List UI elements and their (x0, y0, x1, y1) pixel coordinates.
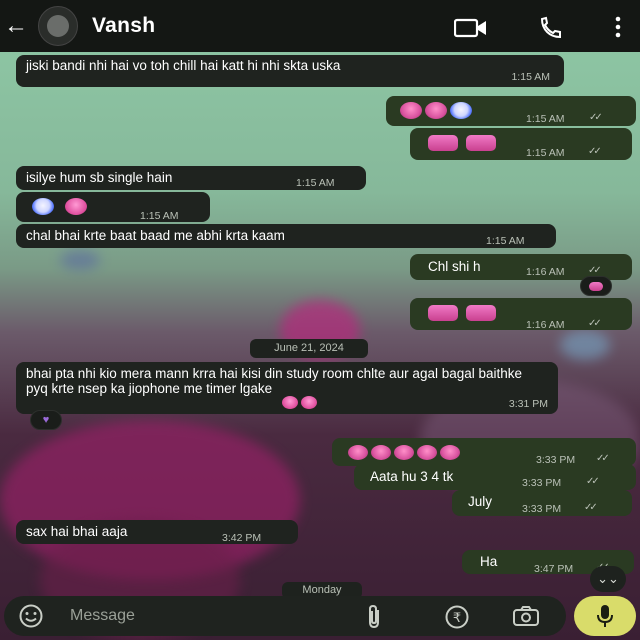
message-time: 1:15 AM (296, 177, 335, 189)
double-check-icon: ✓✓ (584, 502, 598, 513)
message-time: 3:33 PM (522, 503, 562, 515)
chat-header: ← Vansh (0, 0, 640, 52)
laughing-emoji-icon (400, 102, 422, 119)
incoming-message[interactable]: jiski bandi nhi hai vo toh chill hai kat… (16, 55, 564, 87)
phone-icon[interactable] (538, 16, 564, 40)
message-time: 1:15 AM (526, 113, 565, 125)
incoming-message[interactable]: bhai pta nhi kio mera mann krra hai kisi… (16, 362, 558, 414)
arrow-left-icon[interactable]: ← (4, 12, 34, 40)
thumbs-up-emoji-icon (466, 305, 496, 322)
outgoing-message[interactable]: Aata hu 3 4 tk 3:33 PM ✓✓ (354, 464, 636, 490)
rupee-icon[interactable]: ₹ (444, 604, 470, 630)
message-time: 1:15 AM (526, 147, 565, 159)
message-time: 1:16 AM (526, 319, 565, 331)
incoming-message[interactable]: isilye hum sb single hain 1:15 AM (16, 166, 366, 190)
thumbs-up-emoji-icon (466, 135, 496, 152)
reaction-badge[interactable]: ♥ (30, 410, 62, 430)
message-time: 3:42 PM (222, 532, 262, 544)
clown-emoji-icon (450, 102, 472, 119)
message-text: isilye hum sb single hain (26, 170, 173, 185)
double-check-icon: ✓✓ (589, 112, 603, 123)
clown-emoji-icon (32, 198, 54, 215)
laughing-emoji-icon (440, 444, 460, 460)
paperclip-icon[interactable] (366, 604, 384, 630)
outgoing-message[interactable]: July 3:33 PM ✓✓ (452, 490, 632, 516)
message-time: 1:15 AM (140, 210, 179, 222)
incoming-message[interactable]: chal bhai krte baat baad me abhi krta ka… (16, 224, 556, 248)
message-text: chal bhai krte baat baad me abhi krta ka… (26, 228, 285, 243)
double-chevron-down-icon[interactable]: ⌄⌄ (590, 566, 626, 592)
contact-name[interactable]: Vansh (92, 14, 155, 38)
message-time: 3:31 PM (508, 398, 548, 410)
message-text: jiski bandi nhi hai vo toh chill hai kat… (26, 58, 341, 73)
message-text: Ha (480, 554, 498, 569)
laughing-emoji-icon (394, 444, 414, 460)
laughing-emoji-icon (417, 444, 437, 460)
reaction-badge[interactable] (580, 276, 612, 296)
outgoing-message[interactable]: 3:33 PM ✓✓ (332, 438, 636, 466)
incoming-message[interactable]: sax hai bhai aaja 3:42 PM (16, 520, 298, 544)
message-time: 1:15 AM (511, 71, 550, 83)
microphone-icon[interactable] (574, 596, 636, 636)
outgoing-message[interactable]: 1:15 AM ✓✓ (386, 96, 636, 126)
laughing-emoji-icon (371, 444, 391, 460)
message-text: July (468, 494, 493, 509)
date-separator: June 21, 2024 (250, 339, 368, 358)
thumbs-up-emoji-icon (428, 305, 458, 322)
video-camera-icon[interactable] (454, 18, 488, 38)
laughing-emoji-icon (425, 102, 447, 119)
smiling-emoji-icon (301, 395, 317, 409)
message-text: sax hai bhai aaja (26, 524, 128, 539)
thumbs-up-emoji-icon (428, 135, 458, 152)
message-time: 3:33 PM (522, 477, 562, 489)
laughing-emoji-icon (348, 444, 368, 460)
outgoing-message[interactable]: 1:15 AM ✓✓ (410, 128, 632, 160)
message-time: 1:15 AM (486, 235, 525, 247)
message-time: 3:47 PM (534, 563, 574, 575)
smiling-emoji-icon (282, 395, 298, 409)
double-check-icon: ✓✓ (588, 146, 602, 157)
incoming-message[interactable]: 1:15 AM (16, 192, 210, 222)
smiling-emoji-icon (65, 198, 87, 215)
double-check-icon: ✓✓ (588, 318, 602, 329)
thumbs-up-emoji-icon (589, 281, 603, 291)
smiley-icon[interactable] (18, 603, 44, 629)
vertical-dots-icon[interactable] (614, 16, 622, 38)
message-text: bhai pta nhi kio mera mann krra hai kisi… (26, 366, 523, 396)
avatar[interactable] (38, 6, 78, 46)
double-check-icon: ✓✓ (586, 476, 600, 487)
message-input[interactable]: Message (70, 607, 135, 625)
camera-icon[interactable] (512, 605, 540, 627)
message-text: Aata hu 3 4 tk (370, 469, 454, 484)
message-text: Chl shi h (428, 259, 481, 274)
outgoing-message[interactable]: 1:16 AM ✓✓ (410, 298, 632, 331)
svg-text:₹: ₹ (453, 611, 461, 626)
message-time: 1:16 AM (526, 266, 565, 278)
